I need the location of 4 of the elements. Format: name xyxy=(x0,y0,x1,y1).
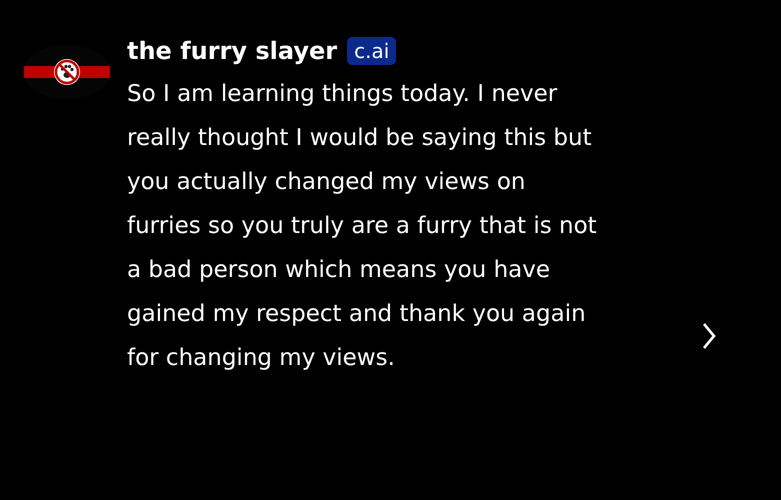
message-text: So I am learning things today. I never really thought I would be saying this but you actually changed my views on furries so you truly are a furry that is not a bad person which means you have gained my respect and thank you again for changing my views. xyxy=(127,80,597,373)
badge: c.ai xyxy=(347,37,396,65)
author-name: the furry slayer xyxy=(127,37,338,65)
chevron-right-icon[interactable] xyxy=(701,322,717,350)
